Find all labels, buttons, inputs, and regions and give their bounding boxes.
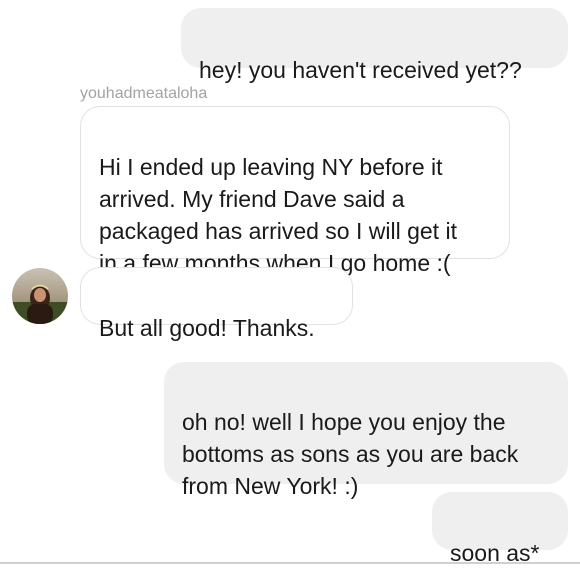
message-text: Hi I ended up leaving NY before it arriv…	[99, 154, 457, 276]
incoming-message-bubble[interactable]: But all good! Thanks.	[80, 267, 353, 341]
message-text: oh no! well I hope you enjoy the bottoms…	[182, 409, 519, 499]
outgoing-message-bubble[interactable]: soon as*	[432, 492, 568, 566]
message-text: But all good! Thanks.	[99, 315, 315, 341]
outgoing-message-bubble[interactable]: oh no! well I hope you enjoy the bottoms…	[164, 362, 568, 499]
sender-username[interactable]: youhadmeataloha	[80, 84, 207, 104]
divider	[0, 562, 580, 564]
user-avatar-icon[interactable]	[12, 268, 68, 324]
message-text: hey! you haven't received yet??	[199, 57, 522, 83]
incoming-message-bubble[interactable]: Hi I ended up leaving NY before it arriv…	[80, 106, 510, 276]
outgoing-message-bubble[interactable]: hey! you haven't received yet??	[181, 8, 568, 83]
avatar-photo	[12, 268, 68, 324]
message-thread: hey! you haven't received yet?? youhadme…	[0, 0, 580, 580]
